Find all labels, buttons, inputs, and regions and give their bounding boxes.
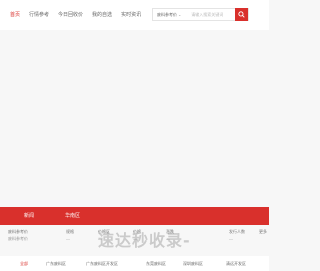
filter-dongguan[interactable]: 东莞废料区 [146,261,166,266]
nav-item-market-reference[interactable]: 行情参考 [29,12,49,18]
filter-all[interactable]: 全部 [20,261,28,266]
filter-guangdong-dev-zone[interactable]: 广东废料区开发区 [86,261,118,266]
nav-item-my-watchlist[interactable]: 我的自选 [92,12,112,18]
table-cell: — [229,236,233,241]
search-button[interactable] [235,8,248,21]
table-cell: — [66,236,70,241]
search-input[interactable] [187,9,236,20]
top-navigation-bar: 首页 行情参考 今日回收价 我的自选 实时资讯 废料参考价 ⌄ [0,0,269,30]
search-category-select[interactable]: 废料参考价 ⌄ [153,9,187,20]
column-header: 规格 [66,229,74,234]
filter-qingyuan-dev-zone[interactable]: 清远开发区 [226,261,246,266]
watermark: 速达秒收录- [98,231,191,250]
nav-item-news[interactable]: 实时资讯 [121,12,141,18]
banner-tab-news[interactable]: 新闻 [24,213,34,219]
banner-tab-south-china[interactable]: 华南区 [65,213,80,219]
filter-guangdong[interactable]: 广东废料区 [46,261,66,266]
chevron-down-icon: ⌄ [178,12,182,17]
column-header: 更多 [259,229,267,234]
region-filter-bar: 全部 广东废料区 广东废料区开发区 东莞废料区 深圳废料区 清远开发区 [0,256,269,271]
search-icon [238,11,245,18]
nav-item-today-price[interactable]: 今日回收价 [58,12,83,18]
nav-item-home[interactable]: 首页 [10,12,20,18]
filter-shenzhen[interactable]: 深圳废料区 [183,261,203,266]
page: 首页 行情参考 今日回收价 我的自选 实时资讯 废料参考价 ⌄ 新闻 华南区 废… [0,0,269,271]
search-box: 废料参考价 ⌄ [152,8,249,21]
category-banner: 新闻 华南区 [0,207,269,225]
search-category-label: 废料参考价 [157,11,177,17]
column-header: 废料参考价 [8,229,28,234]
main-nav: 首页 行情参考 今日回收价 我的自选 实时资讯 [10,12,141,18]
table-cell: 废料参考价 [8,236,28,241]
column-header: 发行人数 [229,229,245,234]
